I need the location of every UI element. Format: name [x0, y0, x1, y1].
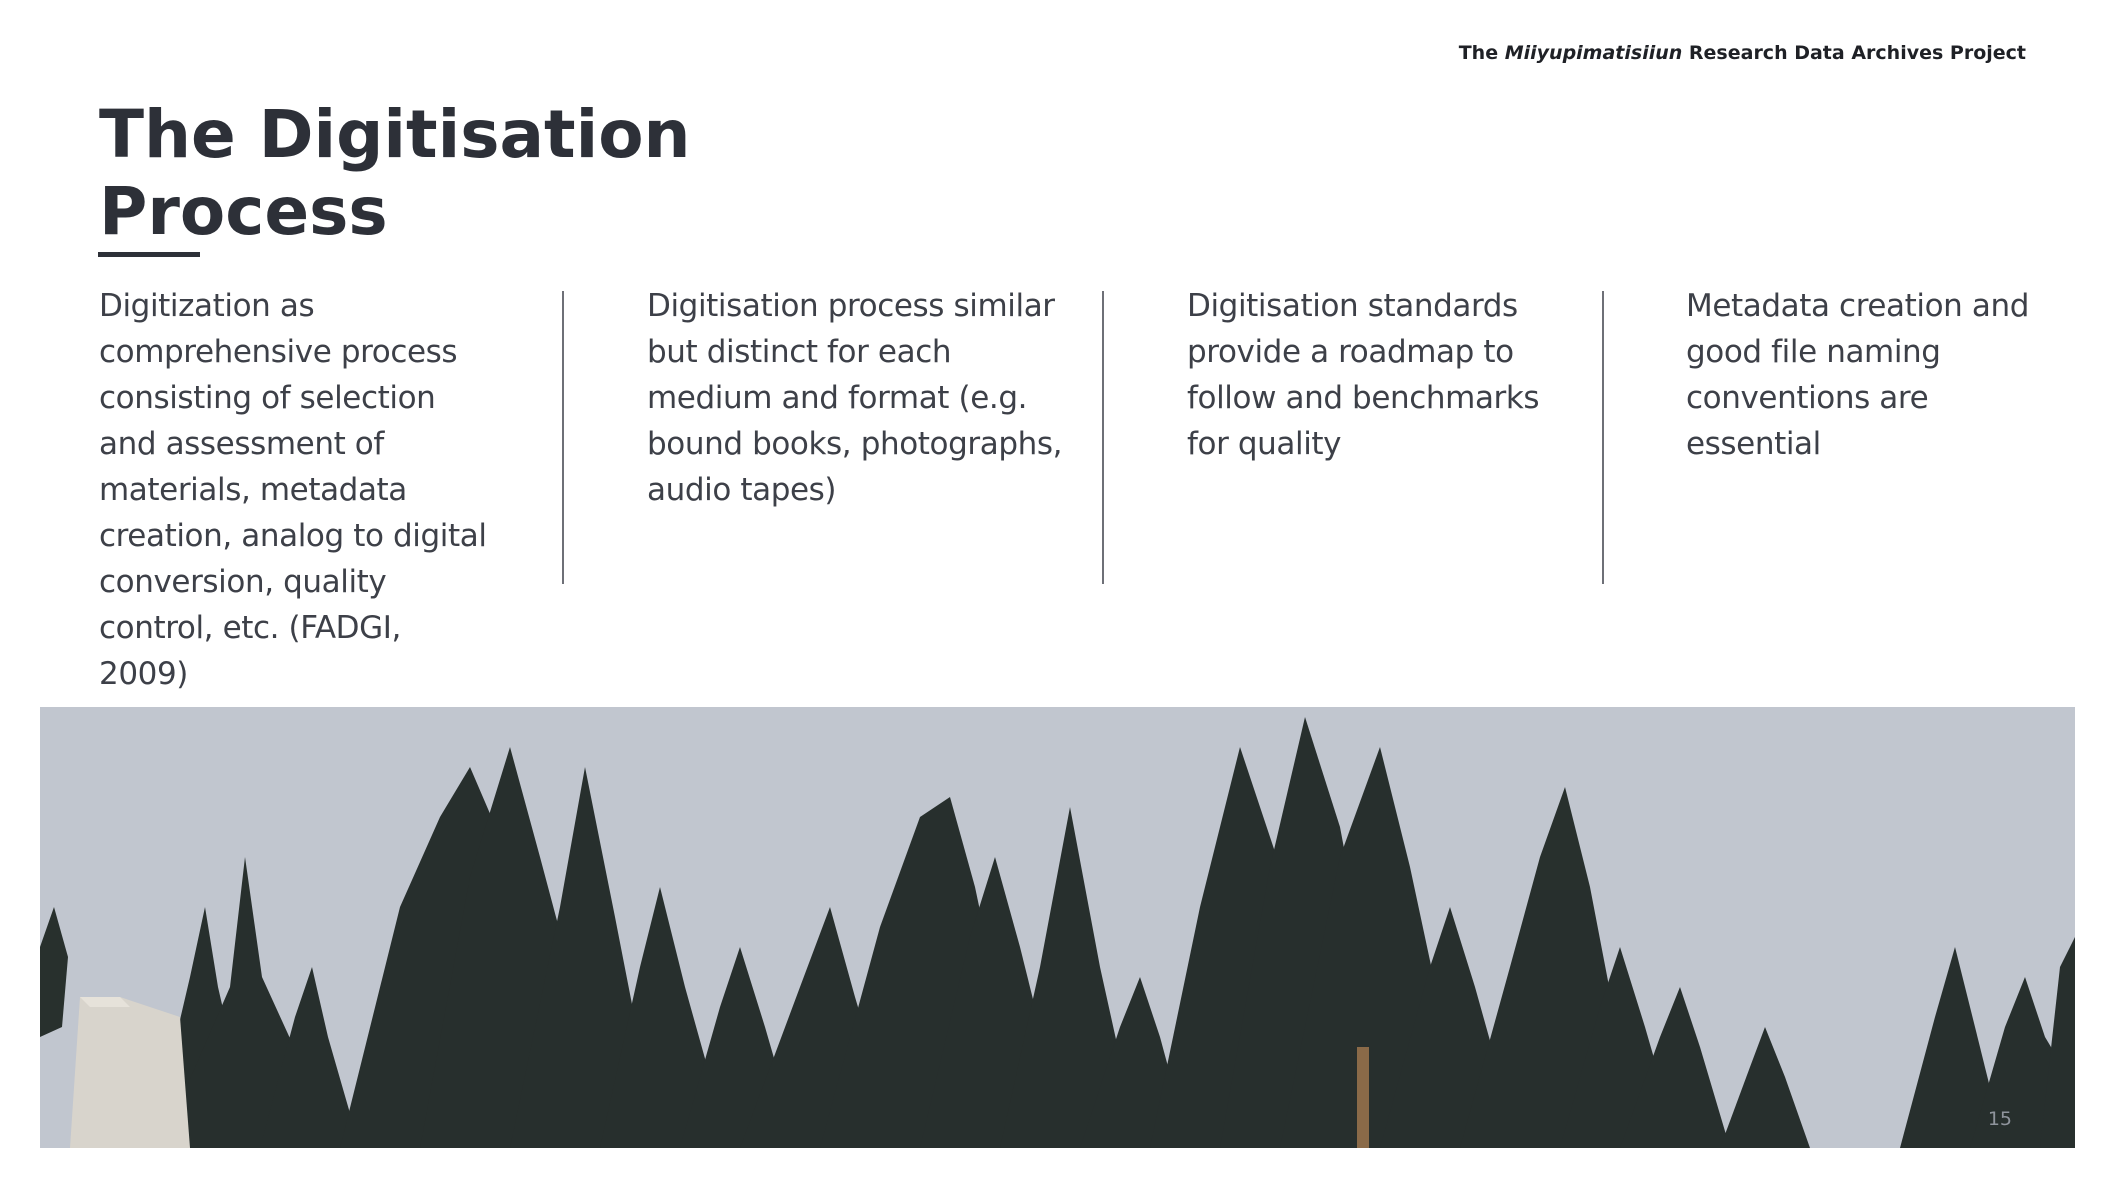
- column-divider: [562, 291, 564, 584]
- title-underline: [98, 252, 200, 257]
- column-medium-format: Digitisation process similar but distinc…: [647, 288, 1063, 508]
- slide-title: The Digitisation Process: [99, 96, 799, 250]
- slide-title-line-2: Process: [99, 173, 388, 250]
- header-prefix: The: [1458, 42, 1499, 64]
- column-divider: [1602, 291, 1604, 584]
- forest-photo: [40, 707, 2075, 1148]
- header-emphasis: Miiyupimatisiiun: [1504, 42, 1683, 64]
- column-standards: Digitisation standards provide a roadmap…: [1187, 288, 1540, 462]
- header-suffix: Research Data Archives Project: [1688, 42, 2026, 64]
- slide-title-line-1: The Digitisation: [99, 96, 691, 173]
- page-number: 15: [1987, 1108, 2012, 1130]
- slide-header: The Miiyupimatisiiun Research Data Archi…: [1459, 42, 2026, 64]
- column-divider: [1102, 291, 1104, 584]
- column-metadata: Metadata creation and good file naming c…: [1686, 288, 2029, 462]
- spruce-trees-image: [40, 707, 2075, 1148]
- column-selection-assessment: Digitization as comprehensive process co…: [99, 288, 487, 692]
